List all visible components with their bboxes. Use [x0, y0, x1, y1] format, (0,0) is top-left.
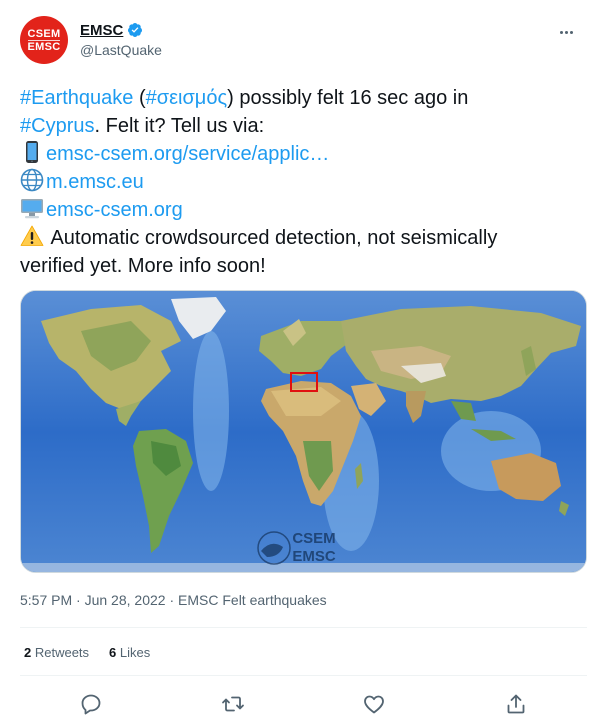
warning-icon: [20, 225, 44, 246]
avatar-text-top: CSEM: [27, 28, 61, 40]
desktop-computer-icon: [21, 199, 43, 219]
tweet-line-4: m.emsc.eu: [20, 168, 586, 196]
tweet-line-3: emsc-csem.org/service/applic…: [20, 140, 586, 168]
tweet-meta: 5:57 PM · Jun 28, 2022 · EMSC Felt earth…: [20, 592, 327, 608]
author-handle[interactable]: @LastQuake: [80, 42, 162, 58]
meta-separator: ·: [72, 592, 85, 608]
likes-label: Likes: [116, 645, 151, 660]
globe-icon: [20, 168, 44, 192]
world-map-image: CSEM EMSC: [21, 291, 586, 572]
like-icon[interactable]: [362, 692, 386, 716]
mobile-phone-icon: [26, 141, 38, 163]
tweet-media-map[interactable]: CSEM EMSC: [20, 290, 587, 573]
tweet-source[interactable]: EMSC Felt earthquakes: [178, 592, 327, 608]
app-link[interactable]: emsc-csem.org/service/applic…: [46, 143, 329, 165]
meta-separator: ·: [165, 592, 179, 608]
author-names: EMSC @LastQuake: [80, 20, 162, 59]
reply-icon[interactable]: [79, 692, 103, 716]
tweet-stats: 2 Retweets 6 Likes: [24, 645, 150, 660]
share-icon[interactable]: [504, 692, 528, 716]
paren-open: (: [133, 87, 146, 109]
hashtag-seismos[interactable]: #σεισμός: [146, 87, 227, 109]
tweet-date[interactable]: Jun 28, 2022: [85, 592, 166, 608]
display-name-row: EMSC: [80, 20, 162, 40]
avatar[interactable]: CSEM EMSC: [20, 16, 68, 64]
tweet-line-6: Automatic crowdsourced detection, not se…: [20, 224, 586, 252]
retweets-stat[interactable]: 2 Retweets: [24, 645, 89, 660]
more-options-icon[interactable]: [556, 22, 576, 42]
svg-text:CSEM: CSEM: [292, 530, 335, 547]
retweet-icon[interactable]: [221, 692, 245, 716]
tweet-text-segment: . Felt it? Tell us via:: [94, 115, 265, 137]
tweet-header: CSEM EMSC EMSC @LastQuake: [20, 14, 580, 66]
hashtag-earthquake[interactable]: #Earthquake: [20, 87, 133, 109]
warning-text-line-1: Automatic crowdsourced detection, not se…: [46, 227, 498, 249]
tweet-line-7: verified yet. More info soon!: [20, 252, 586, 280]
divider: [20, 627, 587, 628]
warning-text-line-2: verified yet. More info soon!: [20, 255, 266, 277]
tweet-actions: [20, 688, 587, 722]
tweet-line-5: emsc-csem.org: [20, 196, 586, 224]
svg-text:EMSC: EMSC: [292, 548, 336, 565]
likes-stat[interactable]: 6 Likes: [109, 645, 150, 660]
tweet-time[interactable]: 5:57 PM: [20, 592, 72, 608]
divider: [20, 675, 587, 676]
retweets-label: Retweets: [31, 645, 90, 660]
avatar-text-bottom: EMSC: [27, 41, 61, 53]
display-name[interactable]: EMSC: [80, 22, 123, 39]
verified-badge-icon: [128, 23, 143, 37]
tweet-line-1: #Earthquake (#σεισμός) possibly felt 16 …: [20, 84, 586, 112]
mobile-site-link[interactable]: m.emsc.eu: [46, 171, 144, 193]
tweet-text: #Earthquake (#σεισμός) possibly felt 16 …: [20, 84, 586, 280]
website-link[interactable]: emsc-csem.org: [46, 199, 183, 221]
tweet-line-2: #Cyprus. Felt it? Tell us via:: [20, 112, 586, 140]
hashtag-cyprus[interactable]: #Cyprus: [20, 115, 94, 137]
tweet-text-segment: ) possibly felt 16 sec ago in: [227, 87, 469, 109]
